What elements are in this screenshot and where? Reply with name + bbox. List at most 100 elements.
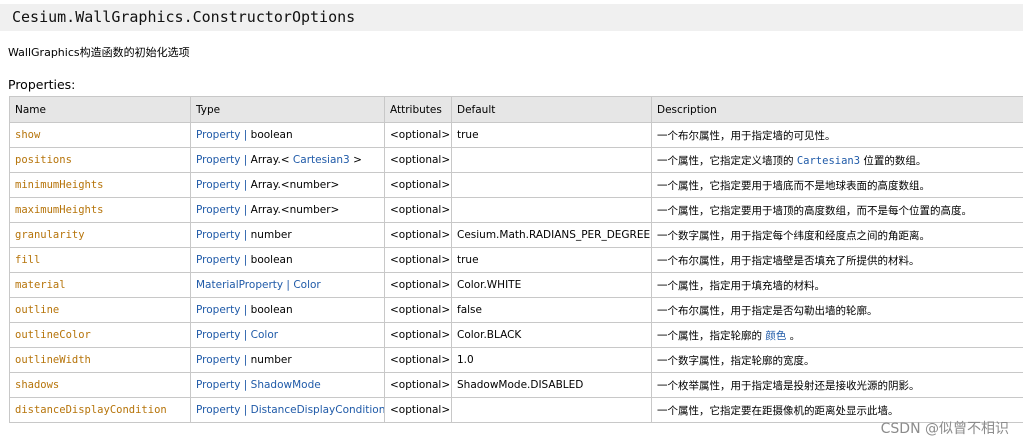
cell-attributes: <optional> bbox=[384, 122, 452, 148]
cell-type: Property | ShadowMode bbox=[190, 372, 385, 398]
table-row: positions Property | Array.< Cartesian3 >… bbox=[9, 147, 1023, 173]
cell-description: 一个属性，它指定要用于墙顶的高度数组，而不是每个位置的高度。 bbox=[651, 197, 1023, 223]
cell-description: 一个属性，它指定要用于墙底而不是地球表面的高度数组。 bbox=[651, 172, 1023, 198]
cell-attributes: <optional> bbox=[384, 347, 452, 373]
header-description: Description bbox=[651, 96, 1023, 123]
description-link[interactable]: Cartesian3 bbox=[797, 155, 860, 167]
cell-name: maximumHeights bbox=[9, 197, 191, 223]
cell-attributes: <optional> bbox=[384, 272, 452, 298]
description-link[interactable]: 颜色 bbox=[765, 330, 786, 342]
type-separator: | bbox=[240, 179, 251, 191]
cell-description: 一个布尔属性，用于指定墙的可见性。 bbox=[651, 122, 1023, 148]
type-text: boolean bbox=[250, 254, 293, 266]
type-separator: | bbox=[240, 254, 251, 266]
cell-attributes: <optional> bbox=[384, 372, 452, 398]
cell-default: true bbox=[451, 122, 652, 148]
type-text: number bbox=[250, 229, 292, 241]
table-row: outlineColor Property | Color <optional> Co… bbox=[9, 322, 1023, 348]
cell-description: 一个属性，指定用于填充墙的材料。 bbox=[651, 272, 1023, 298]
type-link[interactable]: Property bbox=[196, 304, 240, 316]
type-text: Array.< bbox=[250, 154, 293, 166]
type-separator: | bbox=[283, 279, 294, 291]
cell-name: positions bbox=[9, 147, 191, 173]
description-text: 一个布尔属性，用于指定是否勾勒出墙的轮廓。 bbox=[657, 304, 878, 317]
properties-table: Name Type Attributes Default Description… bbox=[9, 96, 1023, 423]
cell-type: Property | boolean bbox=[190, 297, 385, 323]
type-separator: | bbox=[240, 379, 251, 391]
table-header-row: Name Type Attributes Default Description bbox=[9, 96, 1023, 123]
type-link[interactable]: MaterialProperty bbox=[196, 279, 283, 291]
cell-type: Property | number bbox=[190, 222, 385, 248]
table-row: material MaterialProperty | Color <optiona… bbox=[9, 272, 1023, 298]
header-default: Default bbox=[451, 96, 652, 123]
description-text: 一个属性，它指定要用于墙底而不是地球表面的高度数组。 bbox=[657, 179, 930, 192]
cell-description: 一个属性，指定轮廓的 颜色 。 bbox=[651, 322, 1023, 348]
type-link[interactable]: Property bbox=[196, 204, 240, 216]
header-name: Name bbox=[9, 96, 191, 123]
type-link[interactable]: Property bbox=[196, 354, 240, 366]
cell-name: outlineColor bbox=[9, 322, 191, 348]
description-text: 一个属性，指定用于填充墙的材料。 bbox=[657, 279, 825, 292]
cell-attributes: <optional> bbox=[384, 172, 452, 198]
table-row: show Property | boolean <optional> true 一个布尔… bbox=[9, 122, 1023, 148]
type-text: number bbox=[250, 354, 292, 366]
type-link-secondary[interactable]: Color bbox=[251, 329, 278, 341]
cell-default: 1.0 bbox=[451, 347, 652, 373]
cell-name: fill bbox=[9, 247, 191, 273]
table-row: outline Property | boolean <optional> false… bbox=[9, 297, 1023, 323]
cell-description: 一个数字属性，指定轮廓的宽度。 bbox=[651, 347, 1023, 373]
type-link[interactable]: Property bbox=[196, 254, 240, 266]
cell-type: Property | Array.<number> bbox=[190, 197, 385, 223]
type-separator: | bbox=[240, 304, 251, 316]
cell-type: Property | number bbox=[190, 347, 385, 373]
cell-name: outlineWidth bbox=[9, 347, 191, 373]
type-link[interactable]: Property bbox=[196, 179, 240, 191]
page-description: WallGraphics构造函数的初始化选项 bbox=[8, 46, 190, 59]
cell-default bbox=[451, 172, 652, 198]
cell-default: Color.BLACK bbox=[451, 322, 652, 348]
type-tail: > bbox=[349, 154, 362, 166]
cell-default bbox=[451, 197, 652, 223]
cell-attributes: <optional> bbox=[384, 322, 452, 348]
description-text: 一个数字属性，用于指定每个纬度和经度点之间的角距离。 bbox=[657, 229, 930, 242]
type-link[interactable]: Property bbox=[196, 229, 240, 241]
type-separator: | bbox=[240, 329, 251, 341]
cell-type: Property | Color bbox=[190, 322, 385, 348]
cell-description: 一个属性，它指定定义墙顶的 Cartesian3 位置的数组。 bbox=[651, 147, 1023, 173]
cell-type: Property | boolean bbox=[190, 122, 385, 148]
type-separator: | bbox=[240, 229, 251, 241]
type-link[interactable]: Property bbox=[196, 329, 240, 341]
type-separator: | bbox=[240, 354, 251, 366]
watermark: CSDN @似曾不相识 bbox=[880, 421, 1009, 437]
cell-default bbox=[451, 397, 652, 423]
type-link[interactable]: Property bbox=[196, 154, 240, 166]
type-link[interactable]: Property bbox=[196, 379, 240, 391]
description-text: 一个属性，指定轮廓的 bbox=[657, 329, 766, 342]
cell-name: outline bbox=[9, 297, 191, 323]
description-text: 一个属性，它指定要在距摄像机的距离处显示此墙。 bbox=[657, 404, 899, 417]
type-link-secondary[interactable]: Cartesian3 bbox=[293, 154, 350, 166]
type-link[interactable]: Property bbox=[196, 129, 240, 141]
cell-type: Property | boolean bbox=[190, 247, 385, 273]
cell-attributes: <optional> bbox=[384, 222, 452, 248]
type-link-secondary[interactable]: DistanceDisplayCondition bbox=[251, 404, 384, 416]
type-text: Array.<number> bbox=[250, 204, 340, 216]
type-link-secondary[interactable]: Color bbox=[293, 279, 320, 291]
type-link[interactable]: Property bbox=[196, 404, 240, 416]
description-text: 一个枚举属性，用于指定墙是投射还是接收光源的阴影。 bbox=[657, 379, 920, 392]
cell-description: 一个布尔属性，用于指定是否勾勒出墙的轮廓。 bbox=[651, 297, 1023, 323]
cell-name: shadows bbox=[9, 372, 191, 398]
description-tail: 。 bbox=[786, 329, 801, 342]
type-link-secondary[interactable]: ShadowMode bbox=[251, 379, 321, 391]
cell-name: minimumHeights bbox=[9, 172, 191, 198]
type-text: boolean bbox=[250, 129, 293, 141]
cell-type: Property | DistanceDisplayCondition bbox=[190, 397, 385, 423]
description-text: 一个属性，它指定定义墙顶的 bbox=[657, 154, 797, 167]
description-text: 一个属性，它指定要用于墙顶的高度数组，而不是每个位置的高度。 bbox=[657, 204, 972, 217]
cell-description: 一个布尔属性，用于指定墙壁是否填充了所提供的材料。 bbox=[651, 247, 1023, 273]
cell-type: Property | Array.< Cartesian3 > bbox=[190, 147, 385, 173]
cell-type: MaterialProperty | Color bbox=[190, 272, 385, 298]
page-title: Cesium.WallGraphics.ConstructorOptions bbox=[12, 8, 356, 26]
type-text: Array.<number> bbox=[250, 179, 340, 191]
type-separator: | bbox=[240, 154, 251, 166]
